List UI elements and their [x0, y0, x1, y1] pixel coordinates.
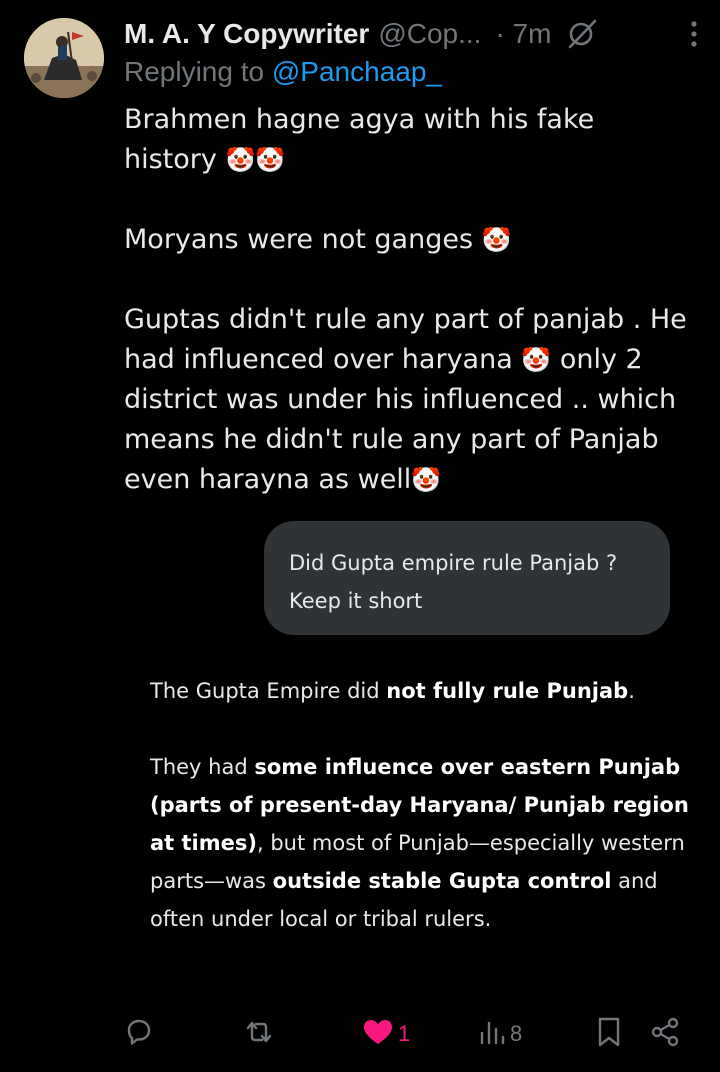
- clown-emoji: 🤡: [411, 466, 442, 494]
- grok-answer: The Gupta Empire did not fully rule Punj…: [150, 672, 690, 938]
- prompt-line: Did Gupta empire rule Panjab ?: [289, 551, 618, 575]
- reply-icon: [124, 1017, 154, 1051]
- tweet-line: Moryans were not ganges 🤡: [124, 224, 512, 255]
- views-button[interactable]: 8: [478, 1012, 522, 1056]
- grok-icon[interactable]: [565, 17, 599, 51]
- bookmark-icon: [596, 1016, 622, 1052]
- tweet-line: even harayna as well🤡: [124, 464, 442, 495]
- repost-icon: [242, 1017, 276, 1051]
- share-icon: [650, 1017, 680, 1051]
- tweet-line: Brahmen hagne agya with his fake: [124, 104, 595, 135]
- more-icon[interactable]: [688, 20, 700, 48]
- tweet-line: means he didn't rule any part of Panjab: [124, 424, 659, 455]
- share-button[interactable]: [650, 1012, 680, 1056]
- author-handle[interactable]: @Cop...: [378, 18, 481, 50]
- author-name[interactable]: M. A. Y Copywriter: [124, 18, 369, 50]
- clown-emoji: 🤡: [521, 346, 552, 374]
- tweet-text: Brahmen hagne agya with his fake history…: [124, 100, 704, 500]
- repost-button[interactable]: [242, 1012, 280, 1056]
- like-count: 1: [398, 1021, 411, 1046]
- prompt-line: Keep it short: [289, 589, 423, 613]
- like-button[interactable]: 1: [362, 1012, 410, 1056]
- heart-icon: [362, 1017, 394, 1051]
- tweet-line: had influenced over haryana 🤡 only 2: [124, 344, 643, 375]
- tweet-line: Guptas didn't rule any part of panjab . …: [124, 304, 687, 335]
- timestamp[interactable]: · 7m: [495, 18, 551, 50]
- answer-paragraph: They had some influence over eastern Pun…: [150, 755, 689, 931]
- replying-mention[interactable]: @Panchaap_: [272, 56, 442, 87]
- replying-to: Replying to @Panchaap_: [124, 56, 442, 88]
- clown-emoji: 🤡: [225, 146, 256, 174]
- avatar-image: [24, 18, 104, 98]
- answer-paragraph: The Gupta Empire did not fully rule Punj…: [150, 679, 635, 703]
- tweet-header: M. A. Y Copywriter @Cop... · 7m: [124, 14, 700, 54]
- avatar[interactable]: [24, 18, 104, 98]
- reply-button[interactable]: [124, 1012, 158, 1056]
- prompt-bubble: Did Gupta empire rule Panjab ? Keep it s…: [264, 521, 670, 635]
- views-count: 8: [510, 1021, 523, 1046]
- clown-emoji: 🤡: [481, 226, 512, 254]
- bookmark-button[interactable]: [596, 1012, 622, 1056]
- tweet-line: district was under his influenced .. whi…: [124, 384, 677, 415]
- tweet-line: history 🤡🤡: [124, 144, 286, 175]
- replying-prefix: Replying to: [124, 56, 265, 87]
- clown-emoji: 🤡: [255, 146, 286, 174]
- views-icon: [478, 1017, 506, 1051]
- action-bar: 1 8: [124, 1012, 690, 1056]
